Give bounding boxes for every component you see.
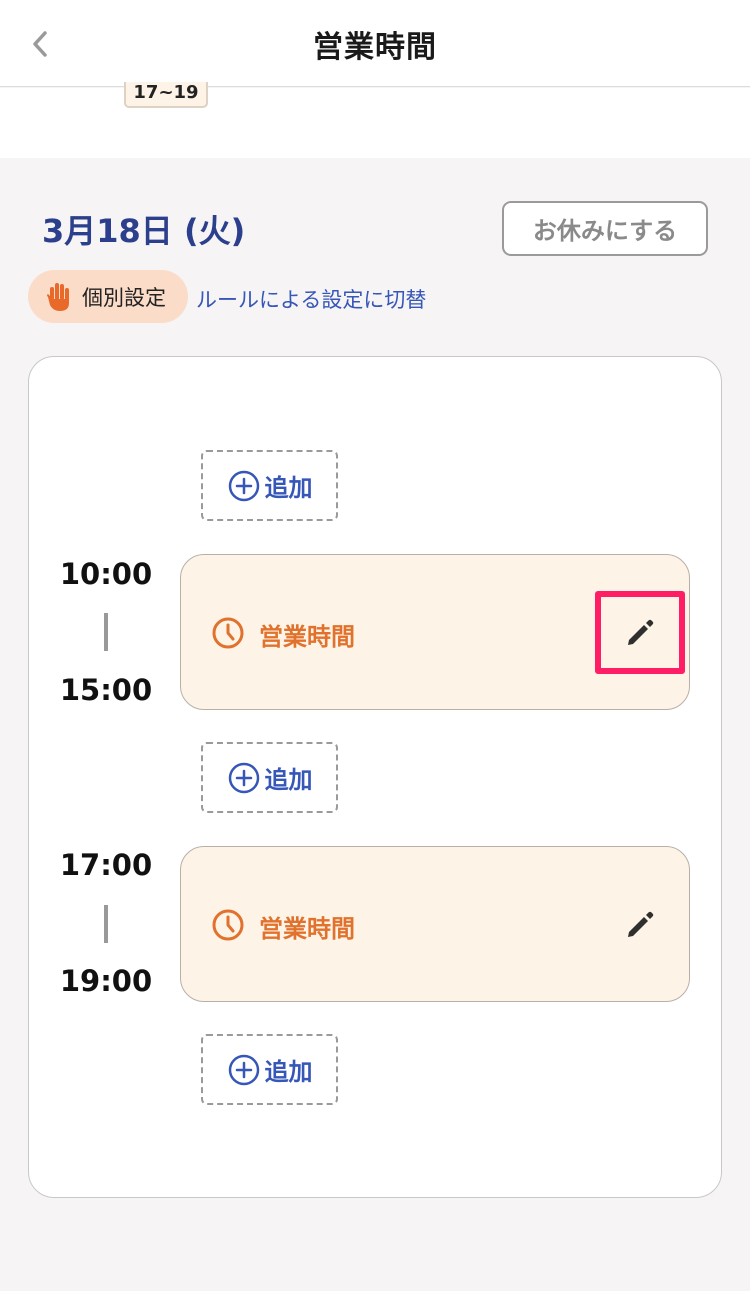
- previous-day-strip: 17~19: [0, 82, 750, 158]
- plus-circle-icon: [228, 1054, 259, 1085]
- slot-end-time: 15:00: [59, 673, 153, 707]
- slot-end-time: 19:00: [59, 964, 153, 998]
- clock-icon: [212, 617, 244, 649]
- switch-to-rule-link[interactable]: ルールによる設定に切替: [196, 284, 426, 314]
- edit-slot-button[interactable]: [595, 883, 685, 966]
- pencil-icon: [628, 911, 654, 937]
- set-holiday-button[interactable]: お休みにする: [502, 201, 708, 256]
- add-label: 追加: [264, 474, 313, 502]
- add-slot-button[interactable]: 追加: [201, 450, 338, 521]
- slot-label: 営業時間: [259, 915, 355, 943]
- plus-circle-icon: [228, 470, 259, 501]
- slot-start-time: 17:00: [59, 848, 153, 882]
- individual-setting-badge: 個別設定: [28, 270, 188, 323]
- add-label: 追加: [264, 766, 313, 794]
- clock-icon: [212, 909, 244, 941]
- page-title: 営業時間: [313, 30, 437, 65]
- time-range-divider: [104, 613, 108, 651]
- pencil-icon: [628, 619, 654, 645]
- app-header: 営業時間: [0, 0, 750, 87]
- business-hours-slot[interactable]: 営業時間: [180, 846, 690, 1002]
- badge-label: 個別設定: [82, 285, 166, 310]
- slot-label: 営業時間: [259, 623, 355, 651]
- schedule-card: 追加 10:00 15:00 営業時間 追加 17:00 19:00 営業時間 …: [28, 356, 722, 1198]
- slot-start-time: 10:00: [59, 557, 153, 591]
- plus-circle-icon: [228, 762, 259, 793]
- add-slot-button[interactable]: 追加: [201, 742, 338, 813]
- business-hours-slot[interactable]: 営業時間: [180, 554, 690, 710]
- add-slot-button[interactable]: 追加: [201, 1034, 338, 1105]
- hand-icon: [47, 282, 69, 311]
- previous-slot-chip[interactable]: 17~19: [124, 82, 208, 108]
- time-range-divider: [104, 905, 108, 943]
- edit-slot-button[interactable]: [595, 591, 685, 674]
- date-label: 3月18日 (火): [42, 212, 246, 250]
- add-label: 追加: [264, 1058, 313, 1086]
